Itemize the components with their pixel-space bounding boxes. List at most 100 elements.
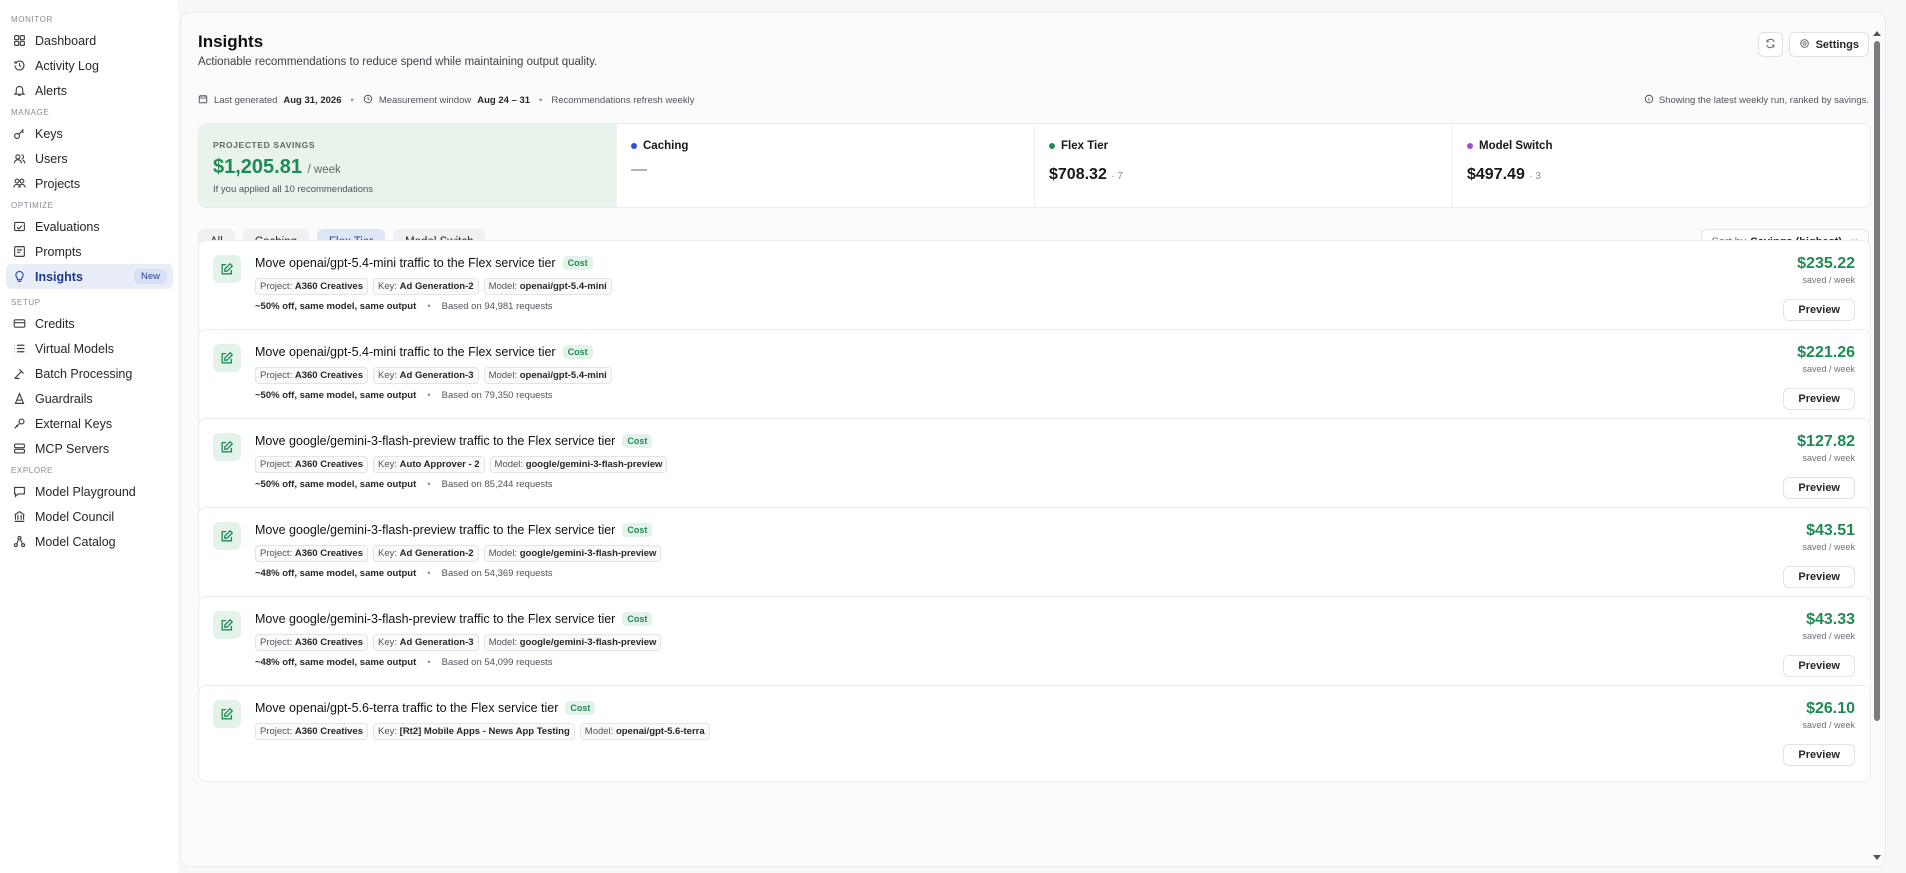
- recommendation-title: Move openai/gpt-5.4-mini traffic to the …: [255, 345, 556, 359]
- preview-button[interactable]: Preview: [1783, 566, 1855, 588]
- sidebar-item-model-playground[interactable]: Model Playground: [6, 479, 173, 504]
- chip-label: Project:: [260, 548, 293, 559]
- category-value: —: [631, 161, 647, 178]
- sidebar-item-label: MCP Servers: [35, 441, 110, 456]
- savings-block: $221.26 saved / week: [1797, 344, 1855, 374]
- recommendation-title: Move openai/gpt-5.4-mini traffic to the …: [255, 256, 556, 270]
- sidebar-item-users[interactable]: Users: [6, 146, 173, 171]
- refresh-button[interactable]: [1757, 32, 1783, 57]
- separator-dot: •: [350, 95, 354, 106]
- sidebar-item-external-keys[interactable]: External Keys: [6, 411, 173, 436]
- sidebar-item-label: Model Catalog: [35, 534, 116, 549]
- preview-button[interactable]: Preview: [1783, 477, 1855, 499]
- recommendation-chips: Project: A360 Creatives Key: Auto Approv…: [255, 456, 668, 473]
- project-chip: Project: A360 Creatives: [255, 278, 368, 295]
- savings-value: $43.33: [1806, 611, 1855, 628]
- credit-card-icon: [12, 317, 26, 331]
- project-chip: Project: A360 Creatives: [255, 723, 368, 740]
- separator-dot: •: [427, 657, 431, 668]
- settings-button[interactable]: Settings: [1788, 32, 1869, 57]
- chip-label: Key:: [378, 370, 398, 381]
- category-name: Model Switch: [1479, 140, 1553, 152]
- sidebar-item-label: Model Council: [35, 509, 115, 524]
- sidebar-item-virtual-models[interactable]: Virtual Models: [6, 336, 173, 361]
- model-chip: Model: openai/gpt-5.4-mini: [483, 367, 612, 384]
- sidebar-item-projects[interactable]: Projects: [6, 171, 173, 196]
- caching-dot: [631, 143, 637, 149]
- category-name: Caching: [643, 140, 689, 152]
- recommendation-note: ~50% off, same model, same output • Base…: [255, 479, 553, 490]
- preview-button[interactable]: Preview: [1783, 744, 1855, 766]
- preview-button[interactable]: Preview: [1783, 388, 1855, 410]
- sidebar-item-dashboard[interactable]: Dashboard: [6, 28, 173, 53]
- project-chip: Project: A360 Creatives: [255, 634, 368, 651]
- sidebar-item-alerts[interactable]: Alerts: [6, 78, 173, 103]
- refresh-note: Recommendations refresh weekly: [551, 95, 695, 106]
- projected-value: $1,205.81: [213, 156, 302, 178]
- chip-label: Model:: [488, 370, 518, 381]
- evaluations-icon: [12, 220, 26, 234]
- sidebar-item-prompts[interactable]: Prompts: [6, 239, 173, 264]
- chat-icon: [12, 485, 26, 499]
- sidebar-item-keys[interactable]: Keys: [6, 121, 173, 146]
- chip-value: A360 Creatives: [294, 281, 363, 292]
- sidebar-item-label: Guardrails: [35, 391, 93, 406]
- key-chip: Key: Ad Generation-3: [373, 367, 479, 384]
- chip-label: Key:: [378, 281, 398, 292]
- recommendation-title: Move google/gemini-3-flash-preview traff…: [255, 434, 616, 448]
- sidebar-item-batch-processing[interactable]: Batch Processing: [6, 361, 173, 386]
- scroll-up-arrow[interactable]: [1873, 31, 1881, 36]
- savings-unit: saved / week: [1802, 453, 1855, 463]
- key-chip: Key: Auto Approver - 2: [373, 456, 485, 473]
- category-name-row: Caching: [631, 140, 1020, 152]
- settings-label: Settings: [1815, 38, 1859, 51]
- category-value-row: $708.32 · 7: [1049, 166, 1438, 184]
- recommendation-card: Move openai/gpt-5.6-terra traffic to the…: [198, 685, 1871, 782]
- chip-value: google/gemini-3-flash-preview: [525, 459, 663, 470]
- sidebar-item-activity-log[interactable]: Activity Log: [6, 53, 173, 78]
- chip-label: Model:: [488, 637, 518, 648]
- key-icon: [12, 127, 26, 141]
- request-count: Based on 85,244 requests: [441, 479, 553, 490]
- sidebar-item-model-catalog[interactable]: Model Catalog: [6, 529, 173, 554]
- sidebar-section-title: SETUP: [11, 298, 41, 307]
- category-card-model-switch: Model Switch $497.49 · 3: [1453, 124, 1870, 207]
- recommendation-title: Move google/gemini-3-flash-preview traff…: [255, 523, 616, 537]
- savings-value: $127.82: [1797, 433, 1855, 450]
- chip-label: Model:: [584, 726, 614, 737]
- preview-button[interactable]: Preview: [1783, 655, 1855, 677]
- preview-button[interactable]: Preview: [1783, 299, 1855, 321]
- recommendation-card: Move openai/gpt-5.4-mini traffic to the …: [198, 329, 1871, 426]
- sidebar-item-guardrails[interactable]: Guardrails: [6, 386, 173, 411]
- clock-icon: [363, 94, 373, 107]
- savings-unit: saved / week: [1802, 720, 1855, 730]
- projected-label: PROJECTED SAVINGS: [213, 140, 316, 150]
- separator-dot: •: [539, 95, 543, 106]
- info-icon: [1644, 94, 1654, 107]
- discount-note: ~50% off, same model, same output: [255, 301, 417, 312]
- sidebar-item-model-council[interactable]: Model Council: [6, 504, 173, 529]
- dashboard-icon: [12, 34, 26, 48]
- lightbulb-icon: [12, 270, 26, 284]
- sidebar-item-label: External Keys: [35, 416, 113, 431]
- sidebar-item-insights[interactable]: Insights New: [6, 264, 173, 289]
- recommendation-chips: Project: A360 Creatives Key: Ad Generati…: [255, 367, 612, 384]
- sidebar-item-evaluations[interactable]: Evaluations: [6, 214, 173, 239]
- chip-label: Project:: [260, 726, 293, 737]
- projected-unit: / week: [307, 164, 341, 176]
- savings-unit: saved / week: [1802, 275, 1855, 285]
- recommendation-chips: Project: A360 Creatives Key: Ad Generati…: [255, 634, 662, 651]
- chip-value: openai/gpt-5.6-terra: [615, 726, 705, 737]
- recommendation-chips: Project: A360 Creatives Key: [Rt2] Mobil…: [255, 723, 710, 740]
- sidebar-item-label: Evaluations: [35, 219, 100, 234]
- sidebar-item-label: Alerts: [35, 83, 67, 98]
- sidebar-item-mcp-servers[interactable]: MCP Servers: [6, 436, 173, 461]
- sidebar-item-credits[interactable]: Credits: [6, 311, 173, 336]
- recommendation-title-row: Move google/gemini-3-flash-preview traff…: [255, 523, 653, 537]
- history-icon: [12, 59, 26, 73]
- scroll-down-arrow[interactable]: [1873, 855, 1881, 860]
- cost-badge: Cost: [622, 434, 653, 448]
- chip-label: Project:: [260, 370, 293, 381]
- ranking-note-text: Showing the latest weekly run, ranked by…: [1658, 95, 1869, 106]
- scrollbar-thumb[interactable]: [1874, 41, 1880, 721]
